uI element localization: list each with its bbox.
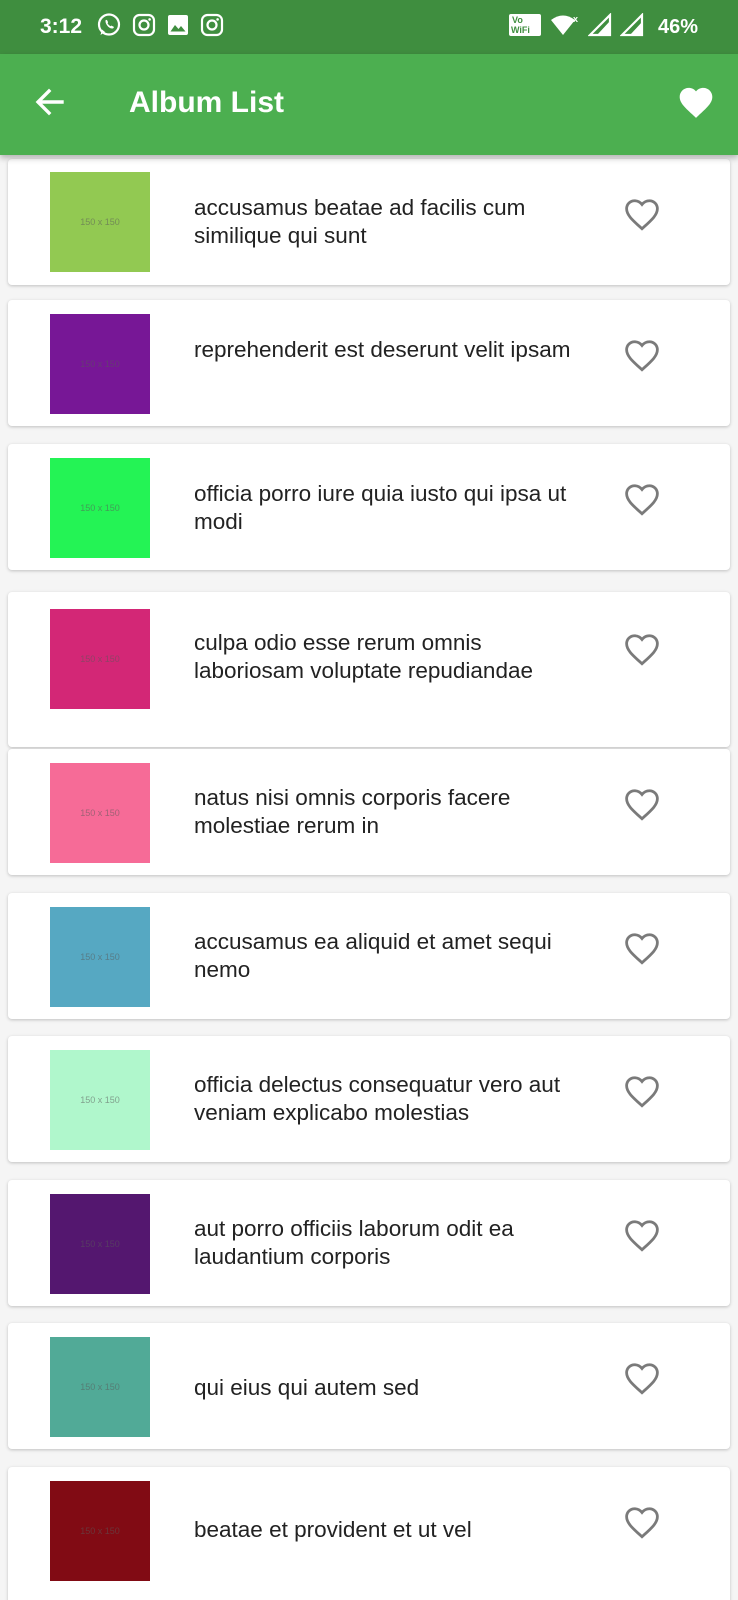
album-title: officia delectus consequatur vero aut ve… [194, 1072, 561, 1125]
album-card[interactable]: 150 x 150 officia delectus consequatur v… [8, 1036, 730, 1162]
signal-icon [619, 11, 644, 42]
album-card[interactable]: 150 x 150 officia porro iure quia iusto … [8, 444, 730, 570]
thumbnail-label: 150 x 150 [80, 1382, 120, 1392]
album-card[interactable]: 150 x 150 qui eius qui autem sed [8, 1323, 730, 1449]
album-title: officia porro iure quia iusto qui ipsa u… [194, 481, 567, 534]
heart-outline-icon [622, 196, 662, 237]
instagram-icon [132, 13, 156, 42]
heart-outline-icon [622, 930, 662, 971]
thumbnail-label: 150 x 150 [80, 217, 120, 227]
whatsapp-icon [96, 12, 122, 43]
page-title: Album List [129, 86, 284, 119]
arrow-back-icon [34, 86, 66, 123]
favorites-button[interactable] [672, 82, 720, 126]
notification-icons [96, 12, 224, 43]
album-thumbnail: 150 x 150 [50, 1337, 150, 1437]
album-title: reprehenderit est deserunt velit ipsam [194, 337, 571, 362]
album-title: beatae et provident et ut vel [194, 1517, 472, 1542]
gallery-icon [166, 13, 190, 42]
heart-outline-icon [622, 786, 662, 827]
thumbnail-label: 150 x 150 [80, 1239, 120, 1249]
heart-outline-icon [622, 337, 662, 378]
album-list[interactable]: 150 x 150 accusamus beatae ad facilis cu… [0, 155, 738, 1600]
album-title: accusamus beatae ad facilis cum similiqu… [194, 195, 526, 248]
album-title: accusamus ea aliquid et amet sequi nemo [194, 929, 552, 982]
favorite-toggle-button[interactable] [622, 1217, 662, 1257]
album-thumbnail: 150 x 150 [50, 763, 150, 863]
favorite-toggle-button[interactable] [622, 337, 662, 377]
favorite-toggle-button[interactable] [622, 786, 662, 826]
svg-text:Vo: Vo [512, 15, 523, 25]
heart-outline-icon [622, 481, 662, 522]
heart-outline-icon [622, 1073, 662, 1114]
album-thumbnail: 150 x 150 [50, 1050, 150, 1150]
wifi-icon: x [550, 13, 580, 42]
favorite-toggle-button[interactable] [622, 1360, 662, 1400]
album-thumbnail: 150 x 150 [50, 907, 150, 1007]
app-bar: Album List [0, 54, 738, 155]
thumbnail-label: 150 x 150 [80, 1095, 120, 1105]
heart-outline-icon [622, 1217, 662, 1258]
status-time: 3:12 [40, 15, 83, 38]
album-card[interactable]: 150 x 150 natus nisi omnis corporis face… [8, 749, 730, 875]
album-thumbnail: 150 x 150 [50, 1481, 150, 1581]
back-button[interactable] [30, 84, 70, 124]
svg-text:x: x [573, 14, 578, 24]
album-card[interactable]: 150 x 150 accusamus beatae ad facilis cu… [8, 159, 730, 285]
heart-outline-icon [622, 631, 662, 672]
album-title: culpa odio esse rerum omnis laboriosam v… [194, 630, 533, 683]
thumbnail-label: 150 x 150 [80, 952, 120, 962]
album-card[interactable]: 150 x 150 aut porro officiis laborum odi… [8, 1180, 730, 1306]
thumbnail-label: 150 x 150 [80, 808, 120, 818]
battery-level: 46% [657, 15, 698, 38]
favorite-toggle-button[interactable] [622, 1504, 662, 1544]
favorite-toggle-button[interactable] [622, 1073, 662, 1113]
album-card[interactable]: 150 x 150 reprehenderit est deserunt vel… [8, 300, 730, 426]
system-icons: Vo WiFi x 46% [508, 11, 698, 42]
instagram-icon [200, 13, 224, 42]
album-card[interactable]: 150 x 150 accusamus ea aliquid et amet s… [8, 893, 730, 1019]
album-title: aut porro officiis laborum odit ea lauda… [194, 1216, 514, 1269]
favorite-toggle-button[interactable] [622, 481, 662, 521]
signal-icon [587, 11, 612, 42]
status-bar: 3:12 Vo WiFi x 46% [0, 0, 738, 54]
favorite-toggle-button[interactable] [622, 631, 662, 671]
album-thumbnail: 150 x 150 [50, 1194, 150, 1294]
thumbnail-label: 150 x 150 [80, 654, 120, 664]
album-title: natus nisi omnis corporis facere molesti… [194, 785, 511, 838]
thumbnail-label: 150 x 150 [80, 1526, 120, 1536]
album-title: qui eius qui autem sed [194, 1375, 420, 1400]
album-thumbnail: 150 x 150 [50, 609, 150, 709]
album-thumbnail: 150 x 150 [50, 172, 150, 272]
heart-filled-icon [677, 84, 715, 125]
favorite-toggle-button[interactable] [622, 196, 662, 236]
album-thumbnail: 150 x 150 [50, 458, 150, 558]
album-card[interactable]: 150 x 150 culpa odio esse rerum omnis la… [8, 592, 730, 747]
album-thumbnail: 150 x 150 [50, 314, 150, 414]
album-card[interactable]: 150 x 150 beatae et provident et ut vel [8, 1467, 730, 1600]
vowifi-icon: Vo WiFi [508, 13, 542, 42]
thumbnail-label: 150 x 150 [80, 359, 120, 369]
heart-outline-icon [622, 1504, 662, 1545]
heart-outline-icon [622, 1360, 662, 1401]
favorite-toggle-button[interactable] [622, 930, 662, 970]
svg-text:WiFi: WiFi [511, 25, 530, 35]
thumbnail-label: 150 x 150 [80, 503, 120, 513]
